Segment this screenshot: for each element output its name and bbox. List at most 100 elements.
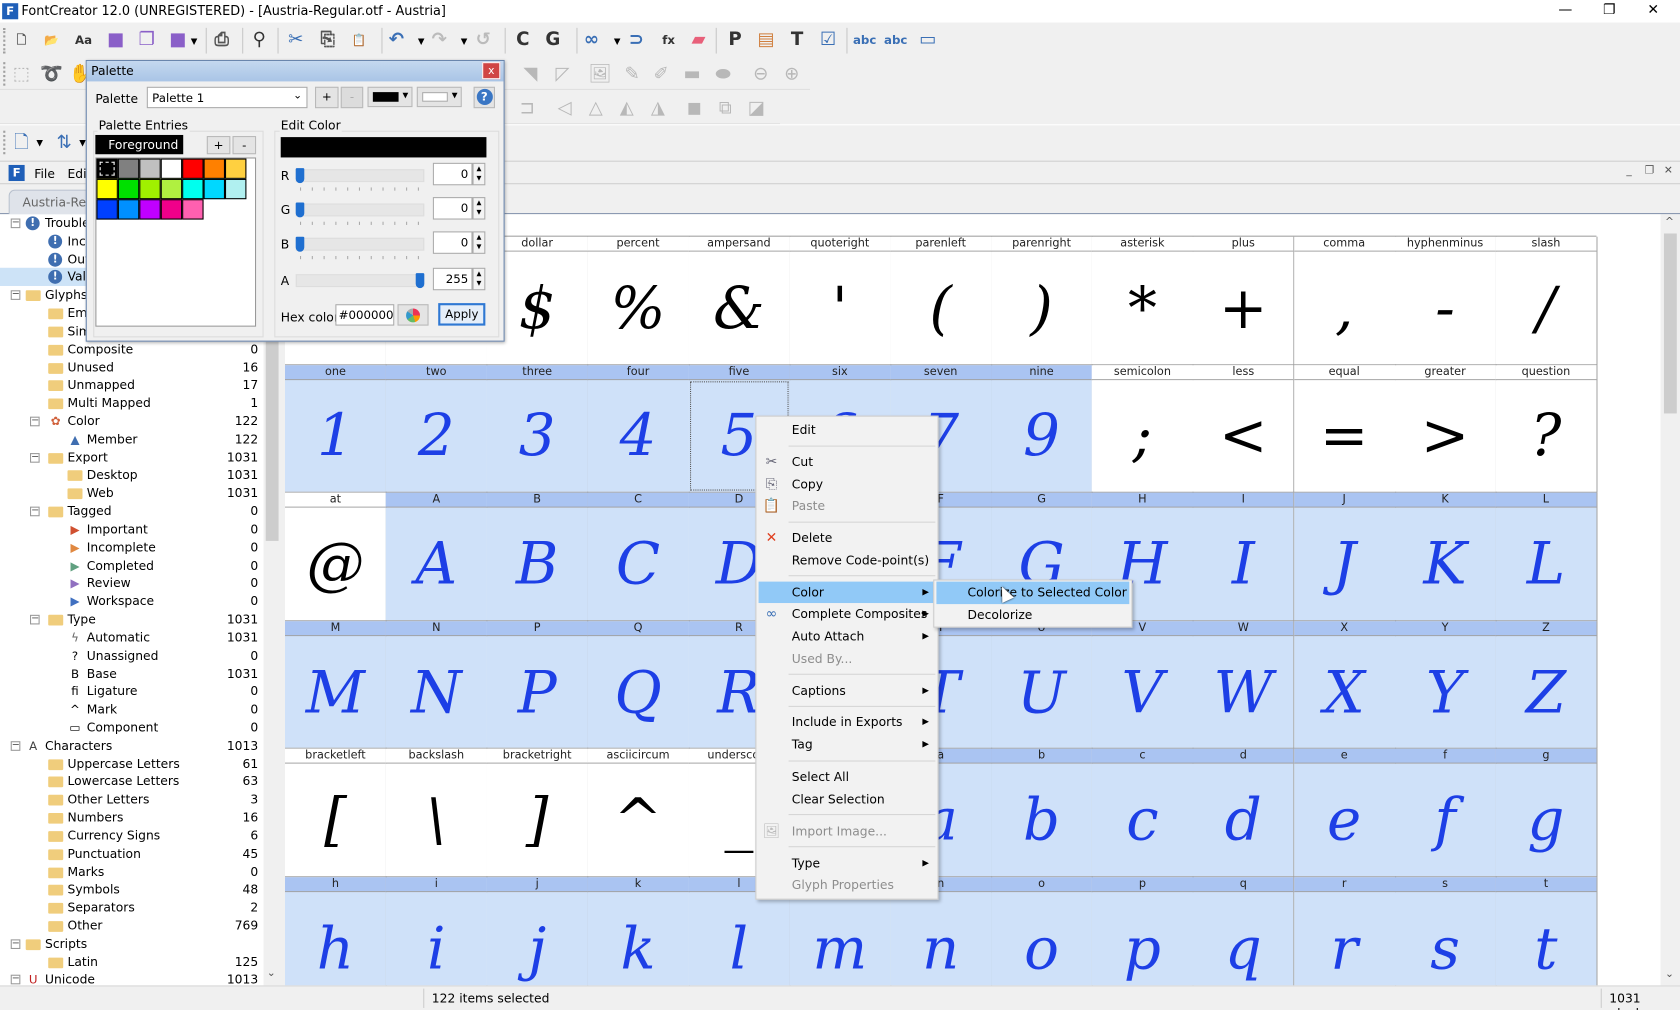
tree-item[interactable]: Latin 125 (0, 953, 264, 971)
glyph-cell[interactable]: LL (1495, 492, 1598, 622)
flip-icon[interactable]: △ (583, 95, 609, 121)
collapse-icon[interactable]: − (10, 218, 21, 229)
menu-item-edit[interactable]: Edit (759, 419, 936, 441)
palette-swatch[interactable] (160, 158, 183, 179)
menu-item-captions[interactable]: Captions ▶ (759, 680, 936, 702)
scroll-down-icon[interactable]: ⌄ (267, 967, 276, 979)
glyph-cell[interactable]: backslash \ (385, 749, 488, 878)
sort-icon[interactable]: ⇅ (51, 130, 77, 156)
glyph-cell[interactable]: greater > (1394, 364, 1497, 493)
palette-swatch[interactable] (139, 158, 161, 179)
tree-item[interactable]: Numbers 16 (0, 809, 264, 827)
link-icon[interactable]: ∞ (579, 27, 605, 53)
ellipse-icon[interactable]: ⬬ (710, 61, 736, 87)
new-font-icon[interactable]: 🗋 (9, 27, 35, 53)
brush-icon[interactable]: ✎ (619, 61, 645, 87)
mdi-minimize-button[interactable]: _ (1626, 165, 1631, 177)
glyph-cell[interactable]: dd (1192, 749, 1295, 878)
glyph-cell[interactable]: ii (385, 877, 488, 986)
tree-item[interactable]: ▶ Workspace 0 (0, 593, 264, 611)
save-as-icon[interactable]: ■ (165, 27, 191, 53)
glyph-cell[interactable]: comma, (1293, 236, 1396, 365)
paste-icon[interactable]: 📋 (346, 27, 372, 53)
glyph-cell[interactable]: XX (1293, 621, 1396, 750)
open-icon[interactable]: 📂 (39, 27, 65, 53)
menu-item-import-image[interactable]: 🖼 Import Image... (759, 820, 936, 842)
remove-entry-button[interactable]: - (232, 136, 257, 155)
glyph-cell[interactable]: parenleft( (890, 236, 993, 365)
remove-palette-button[interactable]: - (340, 86, 364, 109)
dropdown-arrow-icon[interactable]: ▼ (614, 36, 621, 46)
color-picker-button[interactable] (397, 304, 429, 326)
glyph-cell[interactable]: YY (1394, 621, 1497, 750)
menu-item-select-all[interactable]: Select All (759, 766, 936, 788)
spinner-icon[interactable]: ▲ ▼ (472, 267, 486, 291)
glyph-cell[interactable]: gg (1495, 749, 1598, 878)
new-glyph-icon[interactable]: 🗋 (9, 130, 35, 156)
toolbar-grip[interactable] (3, 27, 6, 54)
glyph-cell[interactable]: hyphenminus - (1394, 236, 1497, 365)
tree-item[interactable]: Separators 2 (0, 899, 264, 917)
glyph-cell[interactable]: rr (1293, 877, 1396, 986)
glyph-cell[interactable]: kk (587, 877, 690, 986)
glyph-cell[interactable]: bracketright] (486, 749, 589, 878)
menu-item-paste[interactable]: 📋 Paste (759, 495, 936, 517)
tree-item[interactable]: ▲ Member 122 (0, 430, 264, 448)
glyph-cell[interactable]: oo (991, 877, 1094, 986)
collapse-icon[interactable]: − (30, 452, 40, 463)
tree-item[interactable]: − Type 1031 (0, 611, 264, 629)
palette-swatch[interactable] (203, 178, 226, 200)
collapse-icon[interactable]: − (30, 614, 40, 625)
palette-swatch[interactable] (117, 178, 140, 200)
tree-item[interactable]: Lowercase Letters 63 (0, 773, 264, 791)
glyph-cell[interactable]: equal = (1293, 364, 1396, 493)
menu-item-color[interactable]: Color ▶ (758, 581, 936, 604)
eraser-icon[interactable]: ▰ (686, 27, 712, 53)
scroll-down-icon[interactable]: ⌄ (1665, 968, 1674, 980)
glyph-cell[interactable]: slash / (1495, 236, 1598, 365)
triangle-icon[interactable]: ◥ (518, 61, 544, 87)
glyph-cell[interactable]: less < (1192, 364, 1295, 493)
tree-item[interactable]: − U Unicode 1013 (0, 971, 264, 985)
menu-item-glyph-properties[interactable]: Glyph Properties (759, 874, 936, 896)
palette-swatch[interactable] (225, 178, 247, 200)
glyph-cell[interactable]: asterisk * (1091, 236, 1194, 365)
dropdown-arrow-icon[interactable]: ▼ (418, 36, 425, 46)
menu-item-used-by[interactable]: Used By... (759, 647, 936, 669)
glyph-cell[interactable]: QQ (587, 621, 690, 750)
glyph-cell[interactable]: KK (1394, 492, 1497, 622)
dropdown-arrow-icon[interactable]: ▼ (191, 36, 198, 46)
glyph-cell[interactable]: VV (1091, 621, 1194, 750)
glyph-cell[interactable]: ee (1293, 749, 1396, 878)
toolbar-grip[interactable] (3, 130, 6, 155)
union-icon[interactable]: ◼ (681, 95, 707, 121)
spinner-icon[interactable]: ▲ ▼ (472, 162, 486, 186)
add-palette-button[interactable]: + (315, 86, 339, 109)
collapse-icon[interactable]: − (30, 506, 40, 517)
glyph-cell[interactable]: cc (1091, 749, 1194, 878)
collapse-icon[interactable]: − (10, 740, 21, 751)
collapse-icon[interactable]: − (10, 290, 21, 301)
scroll-up-icon[interactable]: ^ (1665, 216, 1674, 228)
tree-item[interactable]: − A Characters 1013 (0, 737, 264, 755)
validate-icon[interactable]: ☑ (815, 27, 841, 53)
select-rectangle-icon[interactable]: ⬚ (9, 61, 35, 87)
tree-item[interactable]: Web 1031 (0, 484, 264, 502)
palette-swatch[interactable] (139, 178, 161, 200)
menu-item-type[interactable]: Type ▶ (759, 852, 936, 874)
tree-item[interactable]: − ✿ Color 122 (0, 412, 264, 430)
slider-thumb[interactable] (295, 236, 305, 252)
foreground-tab[interactable]: Foreground (95, 134, 184, 155)
close-button[interactable]: ✕ (1631, 0, 1676, 22)
palette-swatch[interactable] (96, 158, 118, 179)
add-entry-button[interactable]: + (206, 136, 231, 155)
palette-swatch[interactable] (117, 199, 140, 220)
maximize-button[interactable]: ❐ (1587, 0, 1632, 22)
glyph-cell[interactable]: three 3 (486, 364, 589, 493)
grid-scrollbar[interactable]: ^ ⌄ (1660, 214, 1680, 986)
glyph-cell[interactable]: PP (486, 621, 589, 750)
rotate-right-icon[interactable]: ◮ (645, 95, 671, 121)
text-layout-icon[interactable]: abc (883, 27, 909, 53)
tree-item[interactable]: Multi Mapped 1 (0, 394, 264, 412)
captions-icon[interactable]: T (784, 27, 810, 53)
